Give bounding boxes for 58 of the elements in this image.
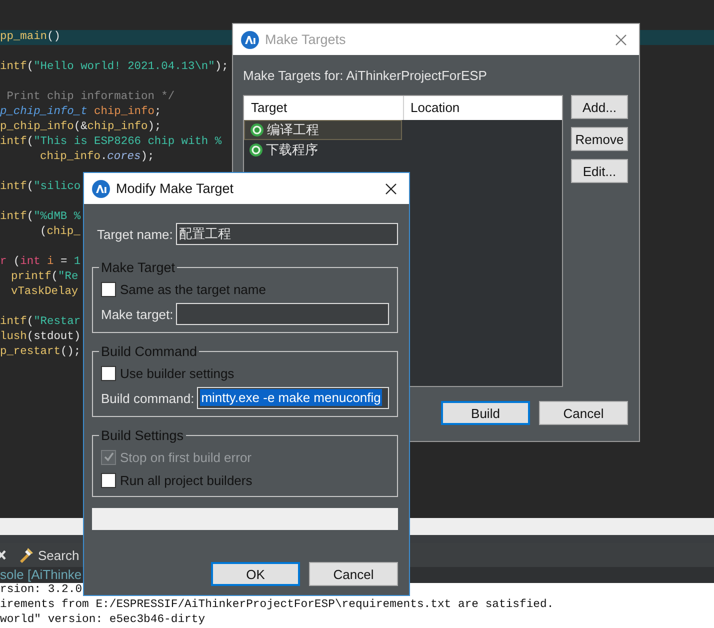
console-title: sole [AiThinke bbox=[0, 567, 82, 582]
code-line: intf("Restar bbox=[0, 315, 81, 330]
dialog-button[interactable]: Cancel bbox=[539, 401, 628, 425]
checkbox-label: Use builder settings bbox=[120, 366, 234, 380]
logo-icon bbox=[241, 30, 259, 48]
window-title: Make Targets bbox=[265, 32, 347, 47]
code-line: p_restart(); bbox=[0, 345, 81, 360]
dialog-heading: Make Targets for: AiThinkerProjectForESP bbox=[243, 68, 488, 84]
group-title: Build Command bbox=[100, 344, 198, 359]
text-field[interactable]: 配置工程 bbox=[176, 223, 398, 245]
code-line: vTaskDelay bbox=[11, 285, 78, 300]
text-field[interactable]: mintty.exe -e make menuconfig bbox=[197, 387, 389, 409]
checkbox[interactable] bbox=[101, 472, 116, 488]
window-title: Modify Make Target bbox=[116, 181, 235, 196]
text-field[interactable] bbox=[176, 303, 389, 325]
logo-icon bbox=[92, 180, 110, 198]
group-title: Build Settings bbox=[100, 428, 185, 443]
code-line: Print chip information */ bbox=[6, 90, 175, 105]
code-line: chip_info.cores); bbox=[40, 150, 154, 165]
search-icon bbox=[18, 547, 34, 563]
checkbox[interactable] bbox=[101, 366, 116, 380]
code-line: lush(stdout) bbox=[0, 330, 81, 345]
field-label: Build command: bbox=[101, 390, 194, 406]
dialog-button[interactable]: Edit... bbox=[571, 159, 628, 183]
checkbox-label: Stop on first build error bbox=[120, 450, 252, 464]
checkbox-label: Run all project builders bbox=[120, 472, 252, 488]
dialog-button[interactable]: Cancel bbox=[309, 562, 398, 586]
target-icon bbox=[249, 143, 263, 157]
close-icon[interactable] bbox=[385, 182, 397, 194]
search-tab[interactable]: Search bbox=[14, 544, 86, 566]
code-line: p_chip_info(&chip_info); bbox=[0, 120, 162, 135]
checkbox-label: Same as the target name bbox=[120, 282, 266, 296]
code-line: printf("Re bbox=[11, 270, 78, 285]
target-name: 编译工程 bbox=[267, 121, 319, 139]
field-label: Target name: bbox=[97, 226, 173, 242]
column-header[interactable]: Location bbox=[404, 96, 562, 120]
code-line: (chip_ bbox=[40, 225, 80, 240]
console-line: rsion: 3.2.0 bbox=[0, 583, 84, 598]
code-line: intf("%dMB % bbox=[0, 210, 81, 225]
code-line: intf("Hello world! 2021.04.13\n"); bbox=[0, 60, 228, 75]
group-title: Make Target bbox=[100, 260, 176, 275]
code-line: p_chip_info_t chip_info; bbox=[0, 105, 162, 120]
field-label: Make target: bbox=[101, 306, 174, 322]
code-line: intf("This is ESP8266 chip with % bbox=[0, 135, 222, 150]
dialog-button[interactable]: OK bbox=[211, 562, 300, 586]
checkbox[interactable] bbox=[101, 282, 116, 296]
dialog-button[interactable]: Build bbox=[441, 401, 530, 425]
dialog-button[interactable]: Add... bbox=[571, 95, 628, 119]
code-line: r (int i = 1 bbox=[0, 255, 81, 270]
target-name: 下载程序 bbox=[266, 141, 318, 159]
code-line: pp_main() bbox=[0, 30, 60, 45]
target-row[interactable]: 下载程序 bbox=[244, 140, 402, 160]
console-line: world" version: e5ec3b46-dirty bbox=[0, 613, 206, 628]
dialog-button[interactable]: Remove bbox=[571, 127, 628, 151]
code-line: intf("silico bbox=[0, 180, 81, 195]
console-line: irements from E:/ESPRESSIF/AiThinkerProjectForESP\requirements.txt are satisfied. bbox=[0, 598, 555, 613]
target-icon bbox=[250, 123, 264, 137]
target-row[interactable]: 编译工程 bbox=[244, 120, 402, 140]
